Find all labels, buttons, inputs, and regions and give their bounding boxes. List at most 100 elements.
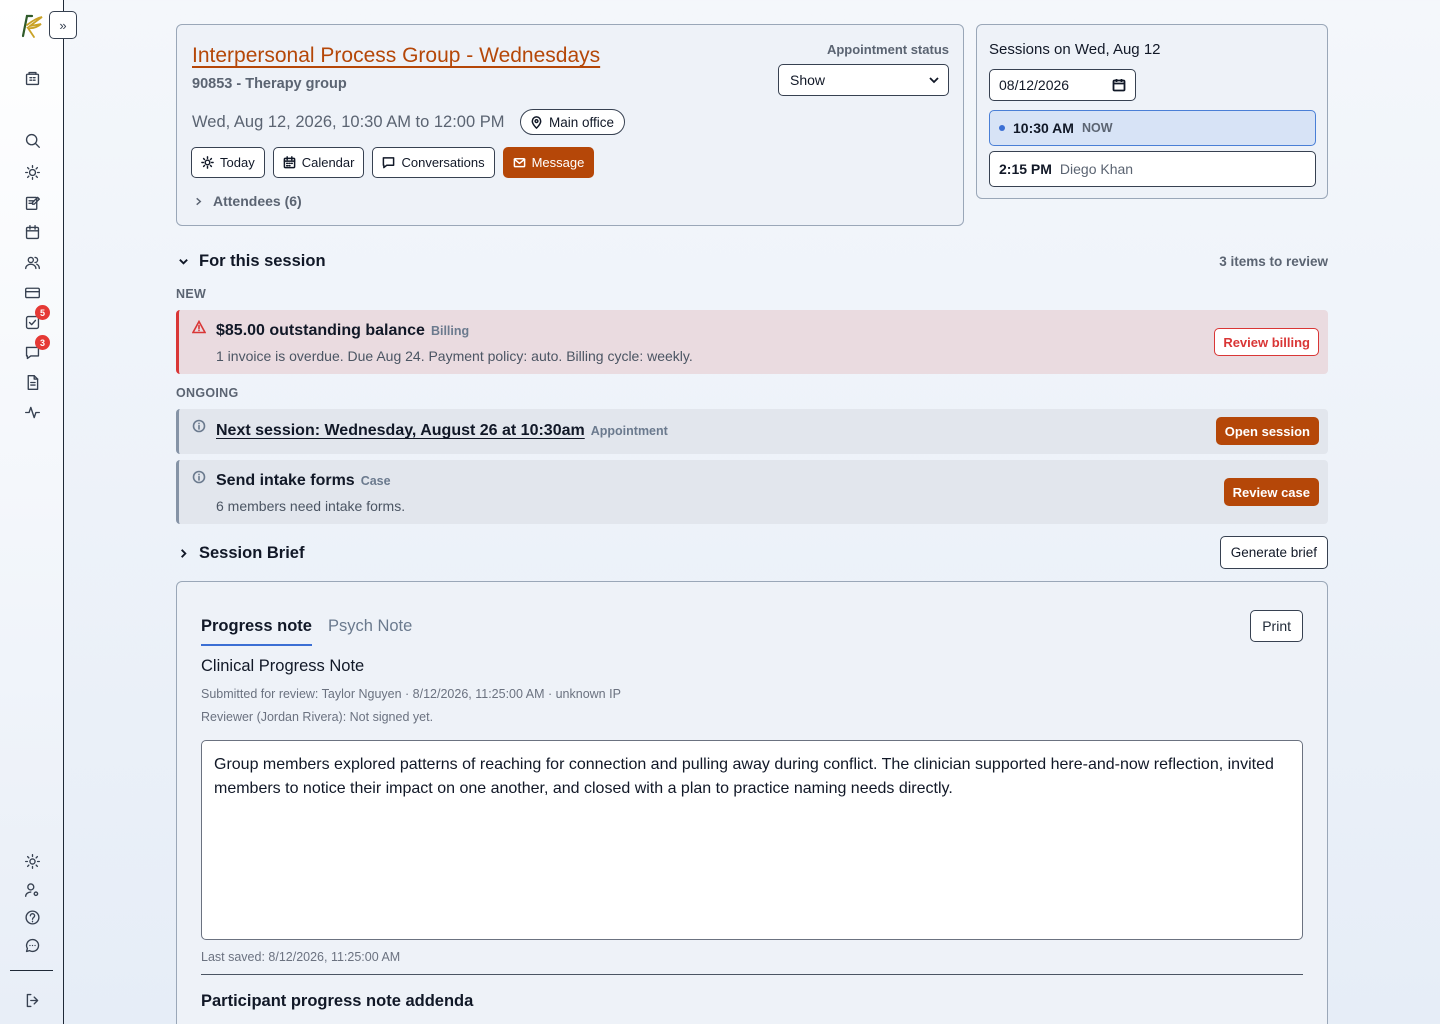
tasks-badge: 5 bbox=[35, 305, 50, 320]
activity-icon[interactable] bbox=[22, 402, 42, 422]
review-billing-button[interactable]: Review billing bbox=[1214, 328, 1319, 356]
session-slot-active[interactable]: 10:30 AM NOW bbox=[989, 110, 1316, 146]
chevron-down-icon bbox=[179, 259, 188, 265]
generate-brief-button[interactable]: Generate brief bbox=[1219, 536, 1328, 569]
session-brief-toggle[interactable]: Session Brief bbox=[178, 544, 304, 563]
session-brief-title: Session Brief bbox=[199, 544, 305, 562]
last-saved: Last saved: 8/12/2026, 11:25:00 AM bbox=[201, 950, 401, 964]
note-card: Progress note Psych Note Print Clinical … bbox=[176, 581, 1328, 1024]
appointment-actions: Today Calendar Conversations Message bbox=[191, 147, 595, 178]
edit-note-icon[interactable] bbox=[22, 192, 42, 212]
attendees-toggle[interactable]: Attendees (6) bbox=[194, 193, 302, 209]
chevron-down-icon bbox=[929, 77, 939, 84]
date-value: 08/12/2026 bbox=[999, 77, 1070, 93]
today-button[interactable]: Today bbox=[191, 147, 265, 178]
building-icon[interactable] bbox=[22, 68, 42, 88]
alert-title: Send intake forms Case bbox=[216, 472, 391, 490]
conversations-button[interactable]: Conversations bbox=[372, 147, 495, 178]
next-session-link[interactable]: Next session: Wednesday, August 26 at 10… bbox=[216, 422, 585, 440]
calendar-label: Calendar bbox=[301, 155, 355, 170]
users-icon[interactable] bbox=[22, 252, 42, 272]
appointment-code: 90853 - Therapy group bbox=[192, 76, 347, 92]
chevron-right-icon bbox=[181, 549, 187, 558]
info-icon bbox=[192, 419, 206, 433]
today-label: Today bbox=[220, 155, 255, 170]
next-session-alert: Next session: Wednesday, August 26 at 10… bbox=[176, 409, 1328, 454]
alert-title: $85.00 outstanding balance Billing bbox=[216, 322, 469, 340]
section-title: For this session bbox=[199, 252, 326, 270]
appointment-time: Wed, Aug 12, 2026, 10:30 AM to 12:00 PM bbox=[192, 113, 505, 131]
location-pill[interactable]: Main office bbox=[520, 109, 626, 135]
submitted-meta: Submitted for review: Taylor Nguyen · 8/… bbox=[201, 687, 621, 701]
note-title: Clinical Progress Note bbox=[201, 657, 365, 675]
slot-client-name: Diego Khan bbox=[1059, 161, 1134, 177]
group-label-new: NEW bbox=[176, 287, 207, 301]
slot-time: 10:30 AM bbox=[1013, 120, 1074, 136]
review-count: 3 items to review bbox=[1219, 254, 1328, 269]
location-label: Main office bbox=[549, 114, 615, 130]
logout-icon[interactable] bbox=[22, 990, 42, 1010]
alert-description: 6 members need intake forms. bbox=[216, 498, 406, 514]
info-icon bbox=[192, 470, 206, 484]
tab-psych-note[interactable]: Psych Note bbox=[328, 617, 412, 646]
sidebar: 5 3 bbox=[0, 0, 64, 1024]
tab-progress-note[interactable]: Progress note bbox=[201, 617, 312, 646]
for-this-session-toggle[interactable]: For this session bbox=[178, 252, 326, 271]
appointment-card: Interpersonal Process Group - Wednesdays… bbox=[176, 24, 964, 226]
group-label-ongoing: ONGOING bbox=[176, 386, 239, 400]
document-icon[interactable] bbox=[22, 372, 42, 392]
user-settings-icon[interactable] bbox=[22, 879, 42, 899]
tasks-icon[interactable]: 5 bbox=[22, 305, 50, 332]
credit-card-icon[interactable] bbox=[22, 282, 42, 302]
alert-title-text: $85.00 outstanding balance bbox=[216, 322, 425, 339]
slot-time: 2:15 PM bbox=[999, 161, 1052, 177]
note-body-textarea[interactable]: Group members explored patterns of reach… bbox=[201, 740, 1303, 940]
status-value: Show bbox=[790, 72, 826, 88]
note-divider bbox=[201, 974, 1303, 975]
alert-tag: Billing bbox=[430, 324, 470, 338]
review-case-button[interactable]: Review case bbox=[1223, 478, 1319, 506]
message-button[interactable]: Message bbox=[502, 147, 595, 178]
calendar-icon[interactable] bbox=[22, 222, 42, 242]
sun-icon[interactable] bbox=[22, 162, 42, 182]
message-label: Message bbox=[531, 155, 585, 170]
conversations-label: Conversations bbox=[401, 155, 485, 170]
calendar-icon bbox=[283, 156, 296, 169]
chevron-right-icon bbox=[196, 197, 202, 205]
expand-sidebar-button[interactable]: » bbox=[49, 11, 77, 39]
current-dot bbox=[999, 125, 1005, 131]
open-session-button[interactable]: Open session bbox=[1215, 417, 1319, 445]
appointment-status-label: Appointment status bbox=[826, 42, 949, 57]
print-button[interactable]: Print bbox=[1250, 610, 1303, 642]
alert-title: Next session: Wednesday, August 26 at 10… bbox=[216, 422, 668, 440]
sidebar-divider bbox=[10, 970, 53, 971]
mail-icon bbox=[513, 158, 525, 168]
addenda-title: Participant progress note addenda bbox=[201, 992, 474, 1010]
messages-icon[interactable]: 3 bbox=[22, 335, 50, 362]
calendar-button[interactable]: Calendar bbox=[272, 147, 365, 178]
appointment-status-select[interactable]: Show bbox=[778, 64, 949, 96]
help-icon[interactable] bbox=[22, 907, 42, 927]
message-square-icon bbox=[383, 157, 395, 169]
app-logo[interactable] bbox=[18, 12, 46, 40]
messages-badge: 3 bbox=[35, 335, 50, 350]
warning-icon bbox=[191, 319, 207, 334]
reviewer-meta: Reviewer (Jordan Rivera): Not signed yet… bbox=[201, 710, 434, 724]
session-date-input[interactable]: 08/12/2026 bbox=[989, 69, 1136, 101]
alert-description: 1 invoice is overdue. Due Aug 24. Paymen… bbox=[216, 348, 693, 364]
attendees-label: Attendees (6) bbox=[213, 193, 302, 209]
alert-tag: Appointment bbox=[590, 424, 668, 438]
intake-forms-alert: Send intake forms Case 6 members need in… bbox=[176, 460, 1328, 524]
sun-icon bbox=[201, 156, 214, 169]
session-slot[interactable]: 2:15 PM Diego Khan bbox=[989, 151, 1316, 187]
settings-icon[interactable] bbox=[22, 851, 42, 871]
chat-icon[interactable] bbox=[22, 935, 42, 955]
billing-alert: $85.00 outstanding balance Billing 1 inv… bbox=[176, 310, 1328, 374]
search-icon[interactable] bbox=[22, 130, 42, 150]
note-tabs: Progress note Psych Note bbox=[201, 617, 412, 646]
sessions-title: Sessions on Wed, Aug 12 bbox=[989, 41, 1161, 58]
appointment-title[interactable]: Interpersonal Process Group - Wednesdays bbox=[192, 44, 600, 68]
slot-now-label: NOW bbox=[1081, 121, 1113, 135]
alert-tag: Case bbox=[360, 474, 391, 488]
alert-title-text: Send intake forms bbox=[216, 472, 355, 489]
